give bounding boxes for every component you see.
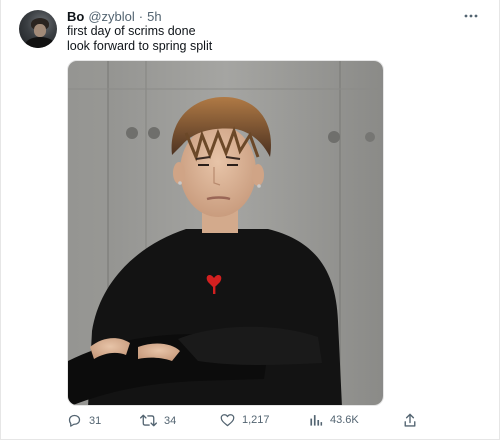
tweet-header: Bo @zyblol · 5h bbox=[67, 9, 162, 25]
tweet-text-line: first day of scrims done bbox=[67, 24, 196, 38]
tweet-text: first day of scrims done look forward to… bbox=[67, 24, 212, 54]
retweet-count: 34 bbox=[164, 414, 177, 427]
author-handle[interactable]: @zyblol bbox=[88, 9, 134, 25]
author-avatar[interactable] bbox=[19, 10, 57, 48]
author-name[interactable]: Bo bbox=[67, 9, 84, 25]
more-horizontal-icon[interactable] bbox=[461, 10, 481, 22]
header-separator: · bbox=[138, 9, 144, 24]
bar-chart-icon bbox=[310, 415, 323, 426]
tweet-text-line: look forward to spring split bbox=[67, 39, 213, 53]
tweet-actions-bar: 31 34 1,217 43.6K bbox=[67, 413, 427, 431]
retweet-button[interactable]: 34 bbox=[140, 413, 176, 428]
share-button[interactable] bbox=[403, 413, 417, 428]
reply-count: 31 bbox=[89, 414, 102, 427]
tweet-photo[interactable] bbox=[67, 60, 384, 406]
heart-icon bbox=[220, 414, 235, 427]
view-count: 43.6K bbox=[330, 414, 359, 426]
reply-icon bbox=[68, 414, 81, 427]
tweet-card[interactable]: Bo @zyblol · 5h first day of scrims done… bbox=[0, 0, 500, 440]
retweet-icon bbox=[140, 414, 157, 427]
views-button[interactable]: 43.6K bbox=[309, 413, 359, 427]
tweet-timestamp[interactable]: 5h bbox=[147, 9, 161, 25]
avatar-shoulders bbox=[25, 37, 55, 48]
share-icon bbox=[404, 413, 416, 427]
photo-illustration bbox=[68, 61, 383, 405]
reply-button[interactable]: 31 bbox=[67, 413, 101, 428]
like-button[interactable]: 1,217 bbox=[220, 413, 270, 427]
like-count: 1,217 bbox=[242, 414, 270, 426]
avatar-face bbox=[34, 24, 46, 37]
